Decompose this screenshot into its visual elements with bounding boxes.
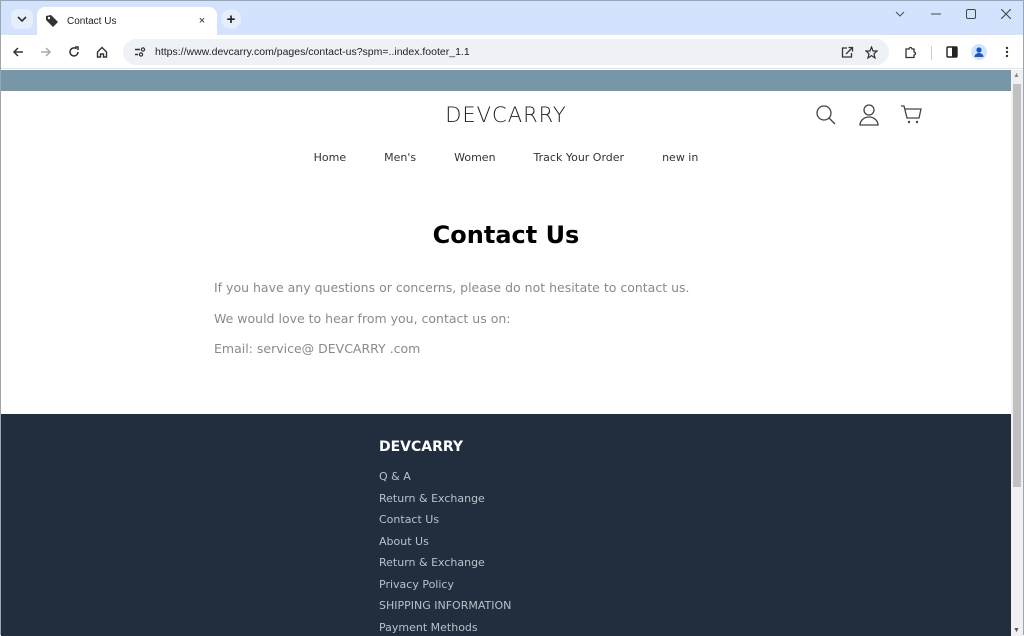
main-nav: Home Men's Women Track Your Order new in <box>1 151 1011 164</box>
nav-track-order[interactable]: Track Your Order <box>534 151 625 164</box>
footer-link-return-exchange-2[interactable]: Return & Exchange <box>379 556 511 578</box>
avatar-icon <box>971 44 987 60</box>
reload-icon <box>68 46 80 58</box>
chevron-down-icon <box>17 15 27 23</box>
puzzle-icon <box>904 46 917 59</box>
email-paragraph: Email: service@ DEVCARRY .com <box>214 341 420 356</box>
bookmark-button[interactable] <box>859 41 883 63</box>
tune-icon <box>134 47 146 57</box>
footer-brand: DEVCARRY <box>379 439 463 455</box>
arrow-right-icon <box>40 46 52 58</box>
tab-strip: Contact Us × + <box>1 1 1023 35</box>
browser-toolbar: https://www.devcarry.com/pages/contact-u… <box>1 35 1023 69</box>
side-panel-icon <box>946 46 958 58</box>
tab-search-button[interactable] <box>11 9 33 29</box>
page-content: Contact Us If you have any questions or … <box>1 191 1011 415</box>
tab-contact-us[interactable]: Contact Us × <box>37 7 217 35</box>
forward-button[interactable] <box>35 41 57 63</box>
close-icon <box>1001 9 1011 19</box>
account-icon[interactable] <box>857 103 881 127</box>
page-title: Contact Us <box>1 221 1011 249</box>
profile-button[interactable] <box>968 41 990 63</box>
site-header: DEVCARRY Home Men's Women Track Your Ord… <box>1 91 1011 191</box>
back-button[interactable] <box>7 41 29 63</box>
contact-paragraph: We would love to hear from you, contact … <box>214 311 510 326</box>
maximize-icon <box>966 9 976 19</box>
footer-link-privacy-policy[interactable]: Privacy Policy <box>379 578 511 600</box>
minimize-button[interactable] <box>921 5 951 23</box>
nav-mens[interactable]: Men's <box>384 151 416 164</box>
share-button[interactable] <box>835 41 859 63</box>
footer-links: Q & A Return & Exchange Contact Us About… <box>379 470 511 636</box>
page-scrollbar[interactable]: ▲ ▼ <box>1011 70 1023 636</box>
announcement-bar <box>1 70 1011 91</box>
footer-link-about-us[interactable]: About Us <box>379 535 511 557</box>
site-info-button[interactable] <box>127 47 153 57</box>
address-bar[interactable]: https://www.devcarry.com/pages/contact-u… <box>123 39 889 65</box>
scrollbar-thumb[interactable] <box>1013 84 1021 487</box>
maximize-button[interactable] <box>956 5 986 23</box>
home-button[interactable] <box>91 41 113 63</box>
new-tab-button[interactable]: + <box>221 9 241 29</box>
browser-window: Contact Us × + <box>0 0 1024 635</box>
scroll-up-arrow[interactable]: ▲ <box>1013 72 1020 79</box>
home-icon <box>96 46 108 58</box>
tag-icon <box>45 14 59 28</box>
nav-women[interactable]: Women <box>454 151 495 164</box>
page-viewport: DEVCARRY Home Men's Women Track Your Ord… <box>1 70 1011 636</box>
more-vert-icon <box>1005 46 1009 58</box>
extensions-button[interactable] <box>899 41 921 63</box>
footer-link-payment-methods[interactable]: Payment Methods <box>379 621 511 636</box>
nav-home[interactable]: Home <box>314 151 346 164</box>
chevron-down-icon <box>895 11 905 17</box>
star-icon <box>865 46 878 59</box>
intro-paragraph: If you have any questions or concerns, p… <box>214 280 690 295</box>
tab-close-button[interactable]: × <box>195 15 209 27</box>
share-icon <box>841 46 854 58</box>
nav-new-in[interactable]: new in <box>662 151 698 164</box>
tab-title: Contact Us <box>67 16 195 27</box>
toolbar-separator <box>931 46 932 60</box>
site-footer: DEVCARRY Q & A Return & Exchange Contact… <box>1 414 1011 636</box>
minimize-icon <box>931 13 941 15</box>
footer-link-return-exchange[interactable]: Return & Exchange <box>379 492 511 514</box>
side-panel-button[interactable] <box>941 41 963 63</box>
arrow-left-icon <box>12 46 24 58</box>
footer-link-shipping-info[interactable]: SHIPPING INFORMATION <box>379 599 511 621</box>
cart-icon[interactable] <box>900 103 924 127</box>
reload-button[interactable] <box>63 41 85 63</box>
footer-link-qa[interactable]: Q & A <box>379 470 511 492</box>
footer-link-contact-us[interactable]: Contact Us <box>379 513 511 535</box>
scroll-down-arrow[interactable]: ▼ <box>1013 627 1020 634</box>
menu-button[interactable] <box>996 41 1018 63</box>
search-icon[interactable] <box>814 103 838 127</box>
url-text[interactable]: https://www.devcarry.com/pages/contact-u… <box>155 46 835 58</box>
tab-list-dropdown[interactable] <box>885 5 915 23</box>
close-window-button[interactable] <box>991 5 1021 23</box>
